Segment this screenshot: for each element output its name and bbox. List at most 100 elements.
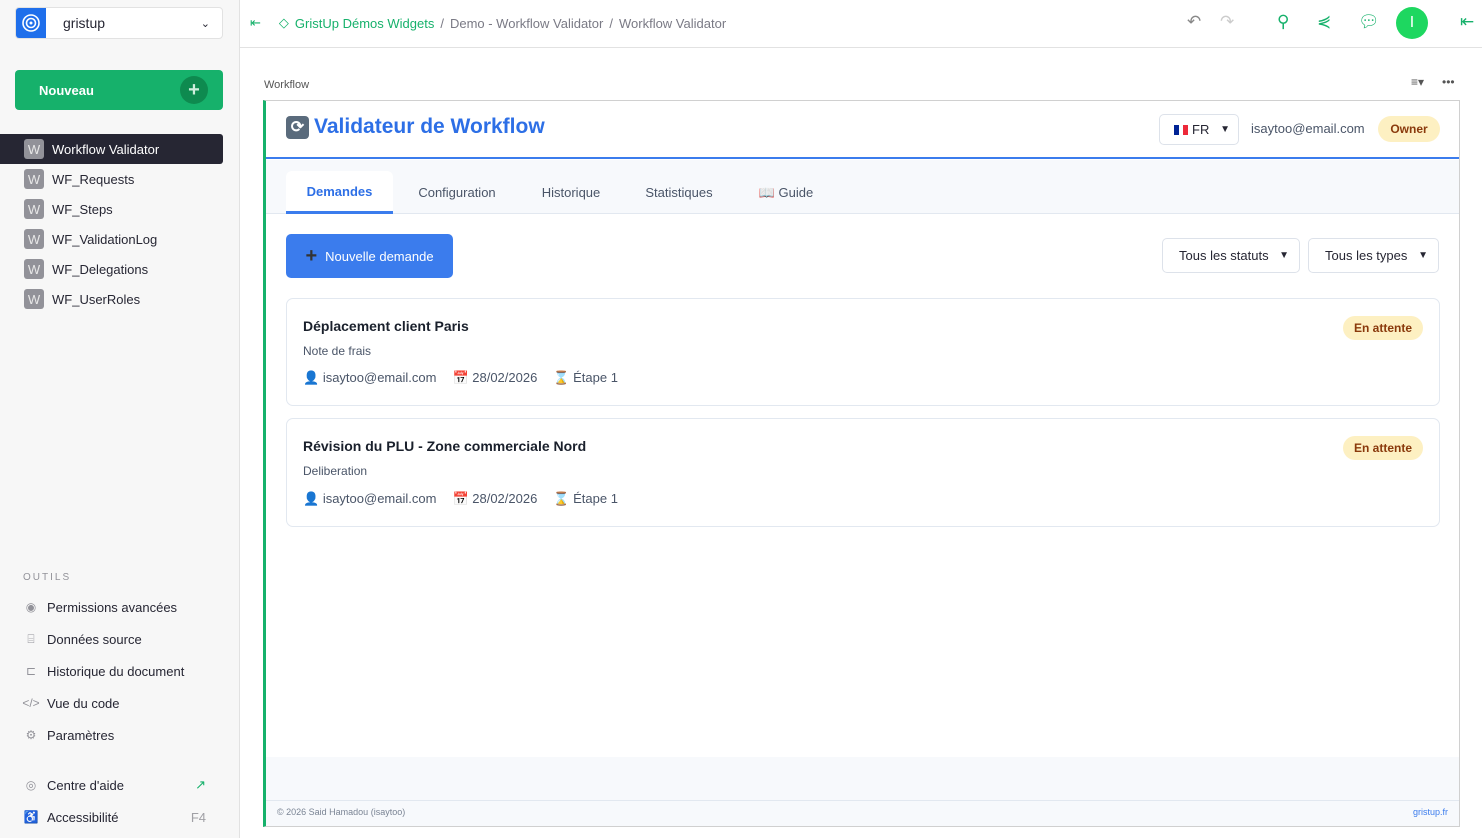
help-center-link[interactable]: ◎ Centre d'aide ↗: [22, 769, 212, 801]
page-list: W Workflow Validator W WF_Requests W WF_Ste…: [0, 134, 223, 314]
page-item-wf-userroles[interactable]: W WF_UserRoles: [0, 284, 223, 314]
breadcrumb-workspace[interactable]: GristUp Démos Widgets: [295, 16, 434, 31]
tab-historique[interactable]: Historique: [529, 171, 613, 214]
page-label: WF_ValidationLog: [52, 231, 158, 247]
breadcrumb-separator: /: [609, 15, 613, 31]
collapse-right-panel-icon[interactable]: ⇤: [1460, 12, 1474, 32]
widget-header: ⟳ Validateur de Workflow FR ▼ isaytoo@emai…: [266, 101, 1459, 159]
request-type: Deliberation: [303, 464, 368, 478]
user-icon: 👤: [303, 491, 320, 506]
request-date: 28/02/2026: [472, 491, 538, 506]
request-user: isaytoo@email.com: [322, 491, 437, 506]
tool-code-view[interactable]: </> Vue du code: [22, 687, 212, 719]
tool-raw-data[interactable]: ⌸ Données source: [22, 623, 212, 655]
widget-page-icon: W: [24, 199, 44, 219]
new-request-button[interactable]: + Nouvelle demande: [286, 234, 453, 278]
widget-page-icon: W: [24, 259, 44, 279]
widget-page-icon: W: [24, 169, 44, 189]
tool-label: Paramètres: [47, 727, 115, 743]
widget-title-text: Validateur de Workflow: [314, 115, 545, 138]
sort-filter-icon[interactable]: ≡▾: [1411, 75, 1424, 89]
widget-page-icon: W: [24, 229, 44, 249]
breadcrumb: ⇤ ◇ GristUp Démos Widgets / Demo - Workf…: [250, 15, 726, 31]
page-item-wf-delegations[interactable]: W WF_Delegations: [0, 254, 223, 284]
shortcut-label: F4: [190, 809, 206, 825]
tool-settings[interactable]: ⚙ Paramètres: [22, 719, 212, 751]
copyright-text: © 2026 Said Hamadou (isaytoo): [277, 807, 406, 817]
hourglass-icon: ⌛: [553, 491, 570, 506]
avatar[interactable]: I: [1396, 7, 1428, 39]
status-badge: En attente: [1343, 436, 1423, 460]
tab-demandes[interactable]: Demandes: [286, 171, 393, 214]
page-label: WF_UserRoles: [52, 291, 141, 307]
page-label: Workflow Validator: [52, 141, 160, 157]
request-card[interactable]: Révision du PLU - Zone commerciale Nord …: [286, 418, 1440, 527]
plus-icon: +: [305, 244, 318, 267]
page-item-workflow-validator[interactable]: W Workflow Validator: [0, 134, 223, 164]
request-type: Note de frais: [303, 344, 372, 358]
collapse-panel-icon[interactable]: ⇤: [250, 15, 261, 31]
lifebuoy-icon: ◎: [25, 778, 37, 792]
tools-heading: OUTILS: [23, 572, 72, 583]
gear-icon: ⚙: [25, 728, 37, 742]
new-request-label: Nouvelle demande: [325, 248, 434, 264]
page-item-wf-validationlog[interactable]: W WF_ValidationLog: [0, 224, 223, 254]
external-link-icon: ↗: [195, 777, 206, 792]
org-name: gristup: [63, 15, 106, 31]
chevron-down-icon: ▼: [1279, 250, 1289, 261]
widget-bottom-area: [266, 757, 1459, 800]
chevron-down-icon: ▼: [1418, 250, 1428, 261]
calendar-icon: 📅: [452, 370, 469, 385]
status-filter-select[interactable]: Tous les statuts ▼: [1162, 238, 1300, 273]
share-icon[interactable]: ⋞: [1317, 12, 1331, 32]
tab-configuration[interactable]: Configuration: [403, 171, 511, 214]
request-card[interactable]: Déplacement client Paris Note de frais 👤…: [286, 298, 1440, 406]
tool-label: Vue du code: [47, 695, 120, 711]
tool-label: Permissions avancées: [47, 599, 178, 615]
language-select[interactable]: FR ▼: [1159, 114, 1239, 145]
gristup-link[interactable]: gristup.fr: [1413, 807, 1448, 817]
tool-label: Données source: [47, 631, 142, 647]
accessibility-icon: ♿: [23, 810, 39, 824]
tab-statistiques[interactable]: Statistiques: [634, 171, 724, 214]
type-filter-value: Tous les types: [1325, 248, 1408, 263]
type-filter-select[interactable]: Tous les types ▼: [1308, 238, 1439, 273]
org-switcher[interactable]: gristup ⌄: [15, 7, 223, 39]
widget-footer: © 2026 Said Hamadou (isaytoo) gristup.fr: [266, 800, 1459, 826]
status-filter-value: Tous les statuts: [1179, 248, 1269, 263]
tab-guide[interactable]: 📖 Guide: [746, 171, 826, 214]
refresh-icon: ⟳: [286, 115, 309, 139]
tool-permissions[interactable]: ◉ Permissions avancées: [22, 591, 212, 623]
user-icon: 👤: [303, 370, 320, 385]
tool-history[interactable]: ⊏ Historique du document: [22, 655, 212, 687]
redo-icon[interactable]: ↷: [1220, 12, 1234, 32]
request-title: Révision du PLU - Zone commerciale Nord: [303, 438, 587, 454]
new-button[interactable]: Nouveau +: [15, 70, 223, 110]
accessibility-button[interactable]: ♿ Accessibilité F4: [22, 801, 212, 833]
search-icon[interactable]: ⚲: [1277, 12, 1289, 32]
breadcrumb-doc[interactable]: Demo - Workflow Validator: [450, 16, 603, 31]
plus-icon: +: [180, 76, 208, 104]
more-options-icon[interactable]: •••: [1442, 75, 1455, 89]
sidebar: gristup ⌄ Nouveau + W Workflow Validator W…: [0, 0, 240, 838]
status-badge: En attente: [1343, 316, 1423, 340]
request-date: 28/02/2026: [472, 370, 538, 385]
history-icon: ⊏: [25, 664, 37, 678]
page-item-wf-steps[interactable]: W WF_Steps: [0, 194, 223, 224]
breadcrumb-page[interactable]: Workflow Validator: [619, 16, 726, 31]
undo-icon[interactable]: ↶: [1187, 12, 1201, 32]
tab-bar: Demandes Configuration Historique Statis…: [266, 160, 1459, 214]
request-title: Déplacement client Paris: [303, 318, 469, 334]
new-label: Nouveau: [39, 82, 94, 98]
calendar-icon: 📅: [452, 491, 469, 506]
page-item-wf-requests[interactable]: W WF_Requests: [0, 164, 223, 194]
france-flag-icon: [1174, 124, 1189, 135]
comments-icon[interactable]: 💬︎: [1358, 12, 1380, 32]
accessibility-label: Accessibilité: [47, 809, 119, 825]
page-label: WF_Delegations: [52, 261, 149, 277]
chevron-down-icon: ▼: [1220, 124, 1230, 135]
section-title: Workflow: [264, 79, 310, 91]
hourglass-icon: ⌛: [553, 370, 570, 385]
language-value: FR: [1192, 122, 1210, 137]
request-user: isaytoo@email.com: [322, 370, 437, 385]
